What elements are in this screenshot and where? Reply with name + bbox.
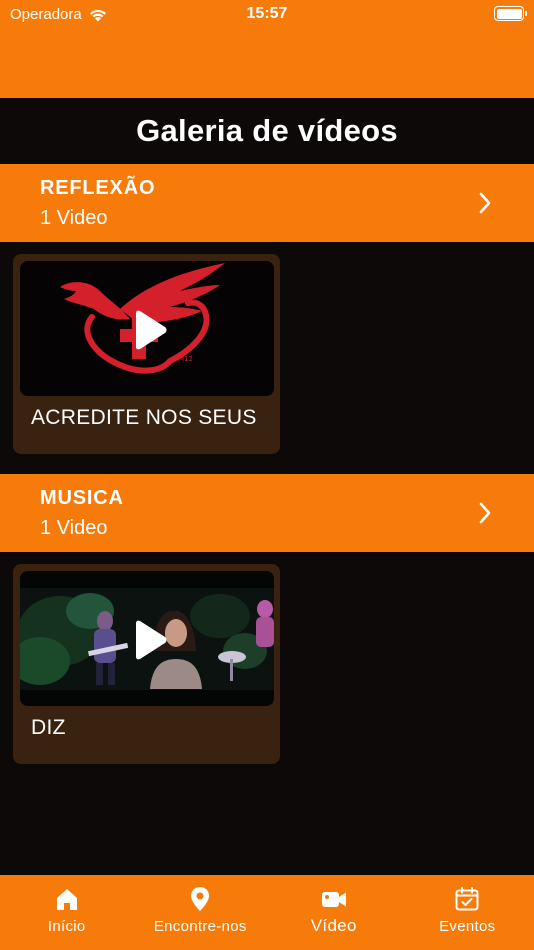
location-pin-icon xyxy=(191,887,210,911)
video-thumbnail[interactable]: M12 xyxy=(20,261,274,396)
tab-label: Início xyxy=(47,918,86,935)
navigation-title-bar: Galeria de vídeos xyxy=(0,98,534,164)
tab-encontre-nos[interactable]: Encontre-nos xyxy=(134,875,268,950)
clock: 15:57 xyxy=(246,5,288,22)
video-title: DIZ xyxy=(31,716,66,739)
video-thumbnail[interactable] xyxy=(20,571,274,706)
category-title: REFLEXÃO xyxy=(40,177,156,199)
category-header-reflexao[interactable]: REFLEXÃO 1 Video xyxy=(0,164,534,242)
battery-icon xyxy=(494,6,527,21)
video-card[interactable]: DIZ xyxy=(13,564,280,764)
video-title: ACREDITE NOS SEUS xyxy=(31,406,257,429)
tab-video[interactable]: Vídeo xyxy=(267,875,401,950)
tab-label: Eventos xyxy=(439,918,496,935)
battery-level xyxy=(496,8,522,19)
play-icon xyxy=(136,310,167,350)
status-bar: Operadora 15:57 xyxy=(0,0,534,98)
tab-eventos[interactable]: Eventos xyxy=(401,875,534,950)
tab-bar: Início Encontre-nos Vídeo Eventos xyxy=(0,875,534,950)
category-count: 1 Video xyxy=(40,517,108,539)
category-header-musica[interactable]: MUSICA 1 Video xyxy=(0,474,534,552)
category-count: 1 Video xyxy=(40,207,108,229)
tab-label: Vídeo xyxy=(310,916,357,935)
chevron-right-icon xyxy=(479,192,491,214)
svg-text:M12: M12 xyxy=(178,355,193,363)
video-card[interactable]: M12 ACREDITE NOS SEUS xyxy=(13,254,280,454)
category-title: MUSICA xyxy=(40,487,124,509)
play-icon xyxy=(136,620,167,660)
chevron-right-icon xyxy=(479,502,491,524)
home-icon xyxy=(56,889,77,910)
page-title: Galeria de vídeos xyxy=(136,113,398,148)
tab-label: Encontre-nos xyxy=(153,918,247,935)
tab-inicio[interactable]: Início xyxy=(0,875,134,950)
calendar-check-icon xyxy=(455,887,479,911)
video-camera-icon xyxy=(321,892,346,907)
battery-tip xyxy=(525,11,527,16)
